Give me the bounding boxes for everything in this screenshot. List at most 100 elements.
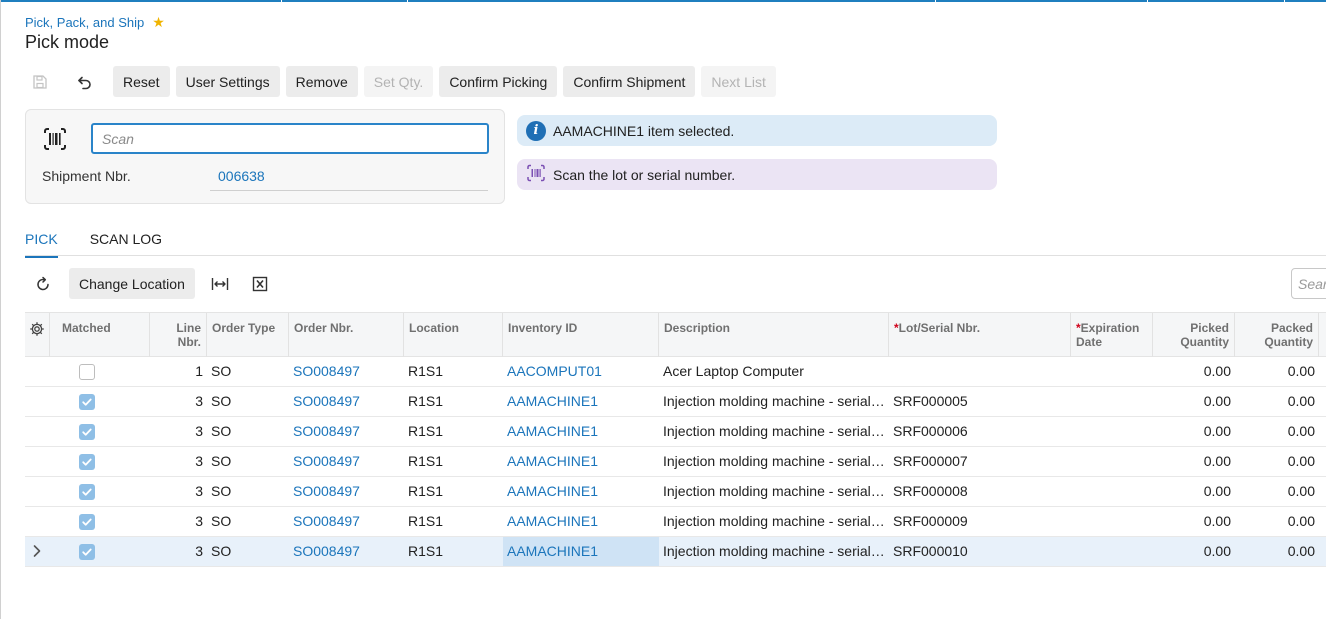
lot-serial-cell: SRF000007: [893, 453, 968, 469]
picked-quantity-cell: 0.00: [1203, 483, 1231, 499]
table-row[interactable]: 3 SO SO008497 R1S1 AAMACHINE1 Injection moldi…: [25, 387, 1326, 417]
export-excel-icon[interactable]: [245, 268, 275, 299]
line-nbr-cell: 3: [195, 543, 203, 559]
order-nbr-link[interactable]: SO008497: [289, 507, 404, 536]
tab-scan-log[interactable]: SCAN LOG: [90, 229, 162, 258]
lot-serial-cell: SRF000010: [893, 543, 968, 559]
scan-input[interactable]: [91, 123, 489, 154]
inventory-id-link[interactable]: AAMACHINE1: [503, 537, 659, 566]
header-lot-serial-label: Lot/Serial Nbr.: [898, 321, 981, 335]
order-nbr-link[interactable]: SO008497: [289, 537, 404, 566]
line-nbr-cell: 3: [195, 393, 203, 409]
picked-quantity-cell: 0.00: [1203, 363, 1231, 379]
table-row[interactable]: 1 SO SO008497 R1S1 AACOMPUT01 Acer Laptop Com…: [25, 357, 1326, 387]
order-type-cell: SO: [211, 513, 232, 529]
fit-columns-icon[interactable]: [205, 268, 235, 299]
header-lot-serial[interactable]: *Lot/Serial Nbr.: [889, 313, 1071, 357]
order-type-cell: SO: [211, 483, 232, 499]
reset-button[interactable]: Reset: [113, 66, 170, 97]
description-cell: Injection molding machine - serial…: [663, 513, 885, 529]
table-row[interactable]: 3 SO SO008497 R1S1 AAMACHINE1 Injection moldi…: [25, 417, 1326, 447]
packed-quantity-cell: 0.00: [1287, 513, 1315, 529]
scan-panel: Shipment Nbr. 006638: [25, 109, 505, 204]
confirm-shipment-button[interactable]: Confirm Shipment: [563, 66, 696, 97]
grid-toolbar: Change Location: [25, 268, 285, 299]
order-type-cell: SO: [211, 363, 232, 379]
matched-checkbox[interactable]: [79, 424, 95, 440]
expiration-date-cell: [1071, 537, 1153, 566]
matched-checkbox[interactable]: [79, 484, 95, 500]
order-nbr-link[interactable]: SO008497: [289, 387, 404, 416]
save-icon[interactable]: [25, 67, 55, 97]
next-list-button[interactable]: Next List: [701, 66, 776, 97]
order-nbr-link[interactable]: SO008497: [289, 447, 404, 476]
confirm-picking-button[interactable]: Confirm Picking: [439, 66, 558, 97]
header-inventory-id[interactable]: Inventory ID: [503, 313, 659, 357]
header-matched[interactable]: Matched: [50, 313, 150, 357]
inventory-id-link[interactable]: AAMACHINE1: [503, 417, 659, 446]
order-nbr-link[interactable]: SO008497: [289, 477, 404, 506]
order-type-cell: SO: [211, 543, 232, 559]
header-expiration-date[interactable]: *Expiration Date: [1071, 313, 1153, 357]
location-cell: R1S1: [408, 393, 444, 409]
table-row[interactable]: 3 SO SO008497 R1S1 AAMACHINE1 Injection moldi…: [25, 507, 1326, 537]
inventory-id-link[interactable]: AAMACHINE1: [503, 507, 659, 536]
user-settings-button[interactable]: User Settings: [175, 66, 280, 97]
order-nbr-link[interactable]: SO008497: [289, 417, 404, 446]
header-picked-quantity[interactable]: Picked Quantity: [1153, 313, 1235, 357]
location-cell: R1S1: [408, 363, 444, 379]
tab-divider: [25, 255, 1326, 256]
location-cell: R1S1: [408, 483, 444, 499]
scan-prompt-text: Scan the lot or serial number.: [553, 166, 736, 183]
header-packed-quantity[interactable]: Packed Quantity: [1235, 313, 1319, 357]
refresh-icon[interactable]: [25, 268, 61, 299]
info-message-text: AAMACHINE1 item selected.: [553, 122, 735, 139]
matched-checkbox[interactable]: [79, 394, 95, 410]
matched-checkbox[interactable]: [79, 364, 95, 380]
shipment-nbr-field[interactable]: 006638: [210, 168, 488, 191]
matched-checkbox[interactable]: [79, 544, 95, 560]
column-settings-icon[interactable]: [25, 313, 50, 357]
table-row[interactable]: 3 SO SO008497 R1S1 AAMACHINE1 Injection moldi…: [25, 477, 1326, 507]
order-type-cell: SO: [211, 423, 232, 439]
picked-quantity-cell: 0.00: [1203, 543, 1231, 559]
pick-grid: Matched Line Nbr. Order Type Order Nbr. …: [25, 312, 1326, 567]
expiration-date-cell: [1071, 447, 1153, 476]
inventory-id-link[interactable]: AACOMPUT01: [503, 357, 659, 386]
expiration-date-cell: [1071, 477, 1153, 506]
breadcrumb-link[interactable]: Pick, Pack, and Ship: [25, 15, 144, 30]
grid-search-input[interactable]: [1291, 268, 1326, 299]
header-description[interactable]: Description: [659, 313, 889, 357]
header-order-type[interactable]: Order Type: [207, 313, 289, 357]
description-cell: Injection molding machine - serial…: [663, 423, 885, 439]
header-order-nbr[interactable]: Order Nbr.: [289, 313, 404, 357]
change-location-button[interactable]: Change Location: [69, 268, 195, 299]
tab-pick[interactable]: PICK: [25, 229, 58, 258]
tab-bar: PICK SCAN LOG: [25, 229, 194, 258]
location-cell: R1S1: [408, 543, 444, 559]
undo-icon[interactable]: [69, 67, 99, 97]
table-row[interactable]: 3 SO SO008497 R1S1 AAMACHINE1 Injection moldi…: [25, 447, 1326, 477]
matched-checkbox[interactable]: [79, 454, 95, 470]
header-line-nbr[interactable]: Line Nbr.: [150, 313, 207, 357]
inventory-id-link[interactable]: AAMACHINE1: [503, 477, 659, 506]
table-row[interactable]: 3 SO SO008497 R1S1 AAMACHINE1 Injection moldi…: [25, 537, 1326, 567]
description-cell: Injection molding machine - serial…: [663, 543, 885, 559]
description-cell: Acer Laptop Computer: [663, 363, 804, 379]
expiration-date-cell: [1071, 357, 1153, 386]
set-qty-button[interactable]: Set Qty.: [363, 66, 434, 97]
inventory-id-link[interactable]: AAMACHINE1: [503, 387, 659, 416]
favorite-star-icon[interactable]: ★: [152, 14, 165, 31]
info-icon: i: [526, 120, 546, 141]
description-cell: Injection molding machine - serial…: [663, 483, 885, 499]
matched-checkbox[interactable]: [79, 514, 95, 530]
chevron-right-icon[interactable]: [32, 544, 42, 563]
header-location[interactable]: Location: [404, 313, 503, 357]
line-nbr-cell: 3: [195, 453, 203, 469]
lot-serial-cell: SRF000008: [893, 483, 968, 499]
inventory-id-link[interactable]: AAMACHINE1: [503, 447, 659, 476]
order-nbr-link[interactable]: SO008497: [289, 357, 404, 386]
breadcrumb: Pick, Pack, and Ship ★: [25, 14, 165, 31]
remove-button[interactable]: Remove: [285, 66, 358, 97]
page-title: Pick mode: [25, 32, 110, 52]
